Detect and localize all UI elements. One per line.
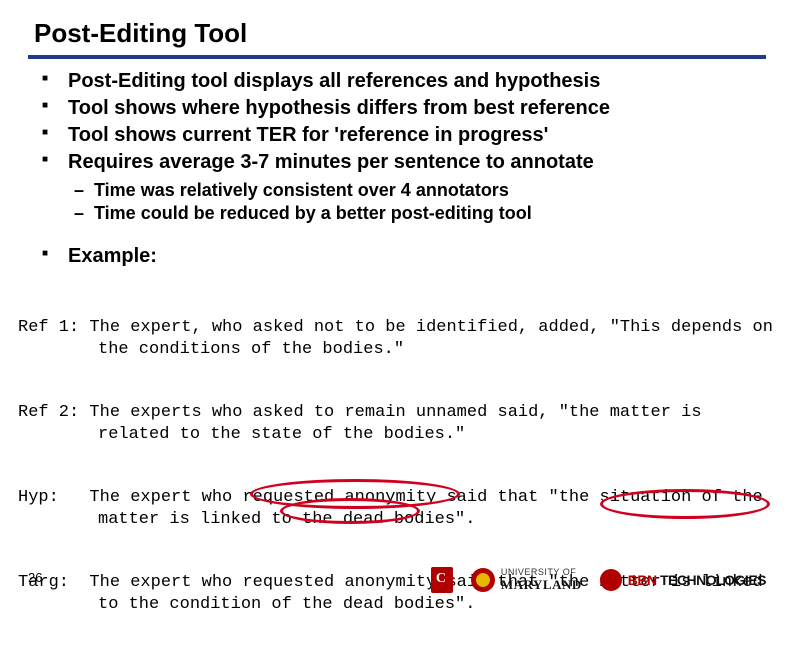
ref2-label: Ref 2: [18, 403, 79, 422]
slide: Post-Editing Tool Post-Editing tool disp… [0, 18, 794, 613]
footer-logos: UNIVERSITY OF MARYLAND BBN TECHNOLOGIES [431, 567, 766, 593]
logo-maryland: UNIVERSITY OF MARYLAND [471, 568, 582, 593]
bullet-item: Tool shows current TER for 'reference in… [38, 123, 766, 148]
example-label: Example: [38, 244, 766, 269]
bullet-item: Requires average 3-7 minutes per sentenc… [38, 150, 766, 175]
sub-bullets: Time was relatively consistent over 4 an… [74, 179, 766, 226]
ref1-row: Ref 1: The expert, who asked not to be i… [18, 317, 776, 360]
sub-bullet-item: Time could be reduced by a better post-e… [74, 202, 766, 225]
logo-columbia [431, 567, 453, 593]
maryland-seal-icon [471, 568, 495, 592]
sub-bullet-item: Time was relatively consistent over 4 an… [74, 179, 766, 202]
bbn-prefix: BBN [628, 572, 657, 588]
slide-title: Post-Editing Tool [34, 18, 794, 49]
example-bullets: Example: [38, 244, 766, 269]
hyp-label: Hyp: [18, 488, 59, 507]
bullet-item: Tool shows where hypothesis differs from… [38, 96, 766, 121]
maryland-text: UNIVERSITY OF MARYLAND [501, 568, 582, 593]
columbia-icon [431, 567, 453, 593]
example-block: Ref 1: The expert, who asked not to be i… [18, 275, 776, 657]
ref1-label: Ref 1: [18, 318, 79, 337]
bullet-item: Post-Editing tool displays all reference… [38, 69, 766, 94]
logo-bbn: BBN TECHNOLOGIES [600, 569, 766, 591]
page-number: 26 [28, 570, 42, 585]
bbn-suffix: TECHNOLOGIES [657, 572, 766, 588]
ref1-text: The expert, who asked not to be identifi… [89, 318, 783, 358]
hyp-row: Hyp: The expert who requested anonymity … [18, 487, 776, 530]
maryland-name: MARYLAND [501, 577, 582, 593]
bbn-dot-icon [600, 569, 622, 591]
targ-label: Targ: [18, 573, 69, 592]
bbn-text: BBN TECHNOLOGIES [628, 572, 766, 588]
title-rule [28, 55, 766, 59]
content-area: Post-Editing tool displays all reference… [28, 69, 766, 269]
ref2-row: Ref 2: The experts who asked to remain u… [18, 402, 776, 445]
main-bullets: Post-Editing tool displays all reference… [38, 69, 766, 175]
maryland-label: UNIVERSITY OF [501, 568, 582, 577]
hyp-text: The expert who requested anonymity said … [89, 488, 773, 528]
ref2-text: The experts who asked to remain unnamed … [89, 403, 711, 443]
